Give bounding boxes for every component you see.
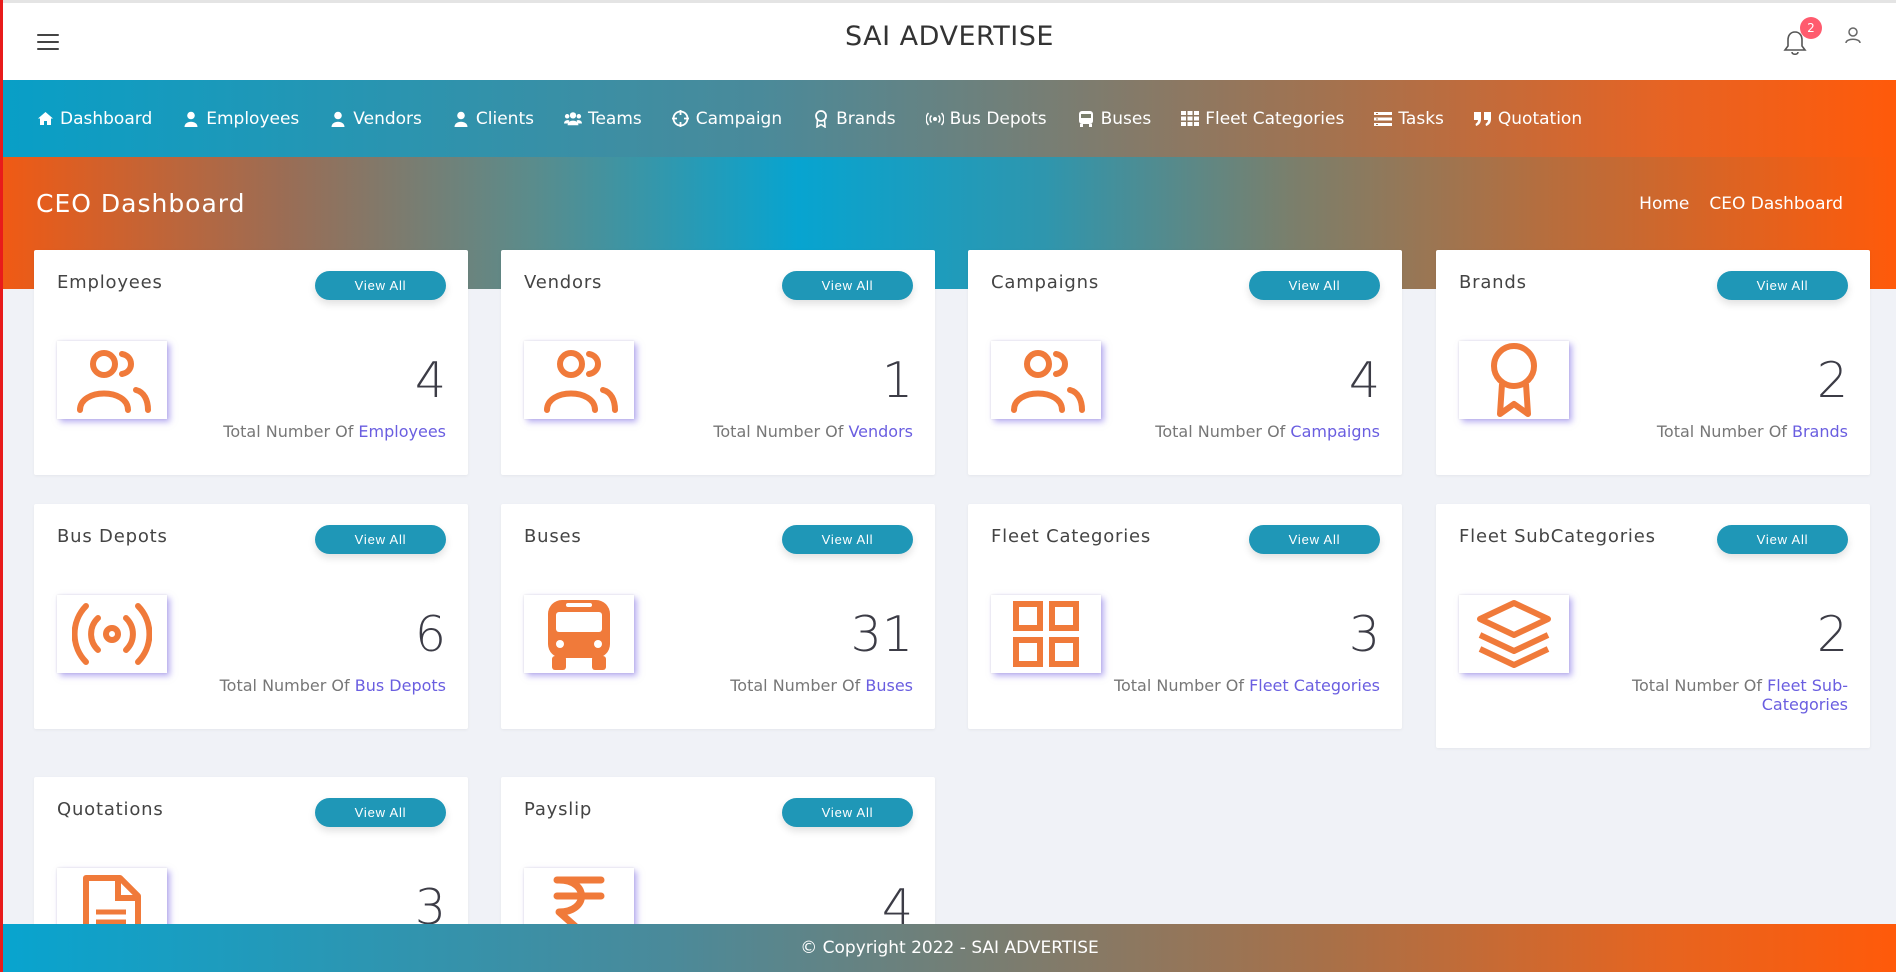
view-all-button[interactable]: View All bbox=[782, 271, 913, 300]
nav-label: Buses bbox=[1100, 108, 1152, 129]
card-subtitle: Total Number Of Campaigns bbox=[1155, 422, 1380, 441]
nav-item-clients[interactable]: Clients bbox=[452, 109, 534, 129]
notification-badge: 2 bbox=[1800, 17, 1822, 39]
broadcast-icon bbox=[57, 595, 167, 673]
nav-label: Tasks bbox=[1398, 108, 1444, 129]
view-all-button[interactable]: View All bbox=[1717, 271, 1848, 300]
card-count: 3 bbox=[1348, 606, 1380, 663]
breadcrumb: Home CEO Dashboard bbox=[1639, 194, 1843, 214]
campaigns-card: Campaigns View All 4 Total Number Of Cam… bbox=[968, 250, 1402, 475]
grid-icon bbox=[991, 595, 1101, 673]
users-icon bbox=[563, 110, 582, 128]
card-count: 2 bbox=[1816, 606, 1848, 663]
user-icon bbox=[452, 110, 470, 128]
nav-label: Bus Depots bbox=[949, 108, 1047, 129]
card-title: Employees bbox=[57, 272, 163, 293]
card-title: Quotations bbox=[57, 799, 164, 820]
target-icon bbox=[672, 110, 690, 128]
user-profile-icon[interactable] bbox=[1843, 25, 1863, 47]
view-all-button[interactable]: View All bbox=[315, 525, 446, 554]
card-subtitle: Total Number Of Bus Depots bbox=[219, 676, 446, 695]
footer: © Copyright 2022 - SAI ADVERTISE bbox=[3, 924, 1896, 972]
nav-item-tasks[interactable]: Tasks bbox=[1374, 109, 1444, 129]
vendors-card: Vendors View All 1 Total Number Of Vendo… bbox=[501, 250, 935, 475]
breadcrumb-current: CEO Dashboard bbox=[1709, 194, 1843, 214]
nav-label: Quotation bbox=[1497, 108, 1583, 129]
view-all-button[interactable]: View All bbox=[1249, 271, 1380, 300]
card-title: Brands bbox=[1459, 272, 1527, 293]
brands-card: Brands View All 2 Total Number Of Brands bbox=[1436, 250, 1870, 475]
tasks-icon bbox=[1374, 110, 1393, 128]
broadcast-icon bbox=[925, 110, 944, 128]
card-title: Vendors bbox=[524, 272, 603, 293]
copyright-text: © Copyright 2022 - SAI ADVERTISE bbox=[800, 938, 1099, 958]
card-title: Campaigns bbox=[991, 272, 1100, 293]
view-all-button[interactable]: View All bbox=[315, 798, 446, 827]
home-icon bbox=[36, 110, 54, 128]
view-all-button[interactable]: View All bbox=[782, 525, 913, 554]
nav-item-quotation[interactable]: Quotation bbox=[1474, 109, 1582, 129]
nav-label: Dashboard bbox=[60, 108, 153, 129]
nav-item-fleet-categories[interactable]: Fleet Categories bbox=[1181, 109, 1344, 129]
layers-icon bbox=[1459, 595, 1569, 673]
card-count: 4 bbox=[414, 352, 446, 409]
card-title: Bus Depots bbox=[57, 526, 168, 547]
card-count: 31 bbox=[850, 606, 913, 663]
card-count: 4 bbox=[1348, 352, 1380, 409]
bus-icon bbox=[524, 595, 634, 673]
nav-item-teams[interactable]: Teams bbox=[563, 108, 642, 129]
users-icon bbox=[524, 341, 634, 419]
nav-label: Fleet Categories bbox=[1205, 108, 1345, 129]
nav-item-dashboard[interactable]: Dashboard bbox=[36, 109, 152, 129]
card-title: Payslip bbox=[524, 799, 593, 820]
view-all-button[interactable]: View All bbox=[1717, 525, 1848, 554]
card-count: 1 bbox=[881, 352, 913, 409]
nav-item-campaign[interactable]: Campaign bbox=[672, 109, 782, 129]
user-icon bbox=[329, 110, 347, 128]
users-icon bbox=[57, 341, 167, 419]
award-icon bbox=[812, 109, 830, 128]
nav-label: Clients bbox=[475, 108, 534, 129]
card-subtitle: Total Number Of Buses bbox=[730, 676, 913, 695]
card-title: Fleet Categories bbox=[991, 526, 1152, 547]
users-icon bbox=[991, 341, 1101, 419]
nav-label: Vendors bbox=[353, 108, 422, 129]
award-icon bbox=[1459, 341, 1569, 419]
nav-item-brands[interactable]: Brands bbox=[812, 109, 896, 129]
card-subtitle: Total Number Of Brands bbox=[1656, 422, 1848, 441]
bus-depots-card: Bus Depots View All 6 Total Number Of Bu… bbox=[34, 504, 468, 729]
card-subtitle: Total Number Of Fleet Sub- Categories bbox=[1631, 676, 1848, 714]
buses-card: Buses View All 31 Total Number Of Buses bbox=[501, 504, 935, 729]
card-subtitle: Total Number Of Employees bbox=[223, 422, 446, 441]
grid-icon bbox=[1181, 110, 1200, 128]
card-count: 2 bbox=[1816, 352, 1848, 409]
employees-card: Employees View All 4 Total Number Of Emp… bbox=[34, 250, 468, 475]
card-subtitle: Total Number Of Vendors bbox=[713, 422, 913, 441]
card-title: Buses bbox=[524, 526, 582, 547]
bus-icon bbox=[1077, 110, 1095, 128]
nav-label: Campaign bbox=[695, 108, 783, 129]
nav-label: Employees bbox=[206, 108, 300, 129]
view-all-button[interactable]: View All bbox=[782, 798, 913, 827]
user-icon bbox=[182, 110, 200, 128]
card-subtitle: Total Number Of Fleet Categories bbox=[1113, 676, 1380, 695]
page-title: CEO Dashboard bbox=[36, 189, 246, 218]
main-nav: Dashboard Employees Vendors Clients Team… bbox=[3, 80, 1896, 157]
nav-item-bus-depots[interactable]: Bus Depots bbox=[925, 108, 1047, 129]
card-count: 6 bbox=[414, 606, 446, 663]
breadcrumb-home[interactable]: Home bbox=[1639, 194, 1689, 214]
nav-label: Teams bbox=[587, 108, 642, 129]
view-all-button[interactable]: View All bbox=[315, 271, 446, 300]
nav-item-vendors[interactable]: Vendors bbox=[329, 109, 422, 129]
nav-item-employees[interactable]: Employees bbox=[182, 109, 299, 129]
quote-icon bbox=[1474, 110, 1492, 128]
fleet-subcategories-card: Fleet SubCategories View All 2 Total Num… bbox=[1436, 504, 1870, 748]
view-all-button[interactable]: View All bbox=[1249, 525, 1380, 554]
top-header: SAI ADVERTISE 2 bbox=[3, 0, 1896, 80]
card-title: Fleet SubCategories bbox=[1459, 526, 1656, 547]
fleet-categories-card: Fleet Categories View All 3 Total Number… bbox=[968, 504, 1402, 729]
app-title: SAI ADVERTISE bbox=[845, 21, 1054, 52]
nav-label: Brands bbox=[836, 108, 896, 129]
nav-item-buses[interactable]: Buses bbox=[1077, 108, 1152, 129]
